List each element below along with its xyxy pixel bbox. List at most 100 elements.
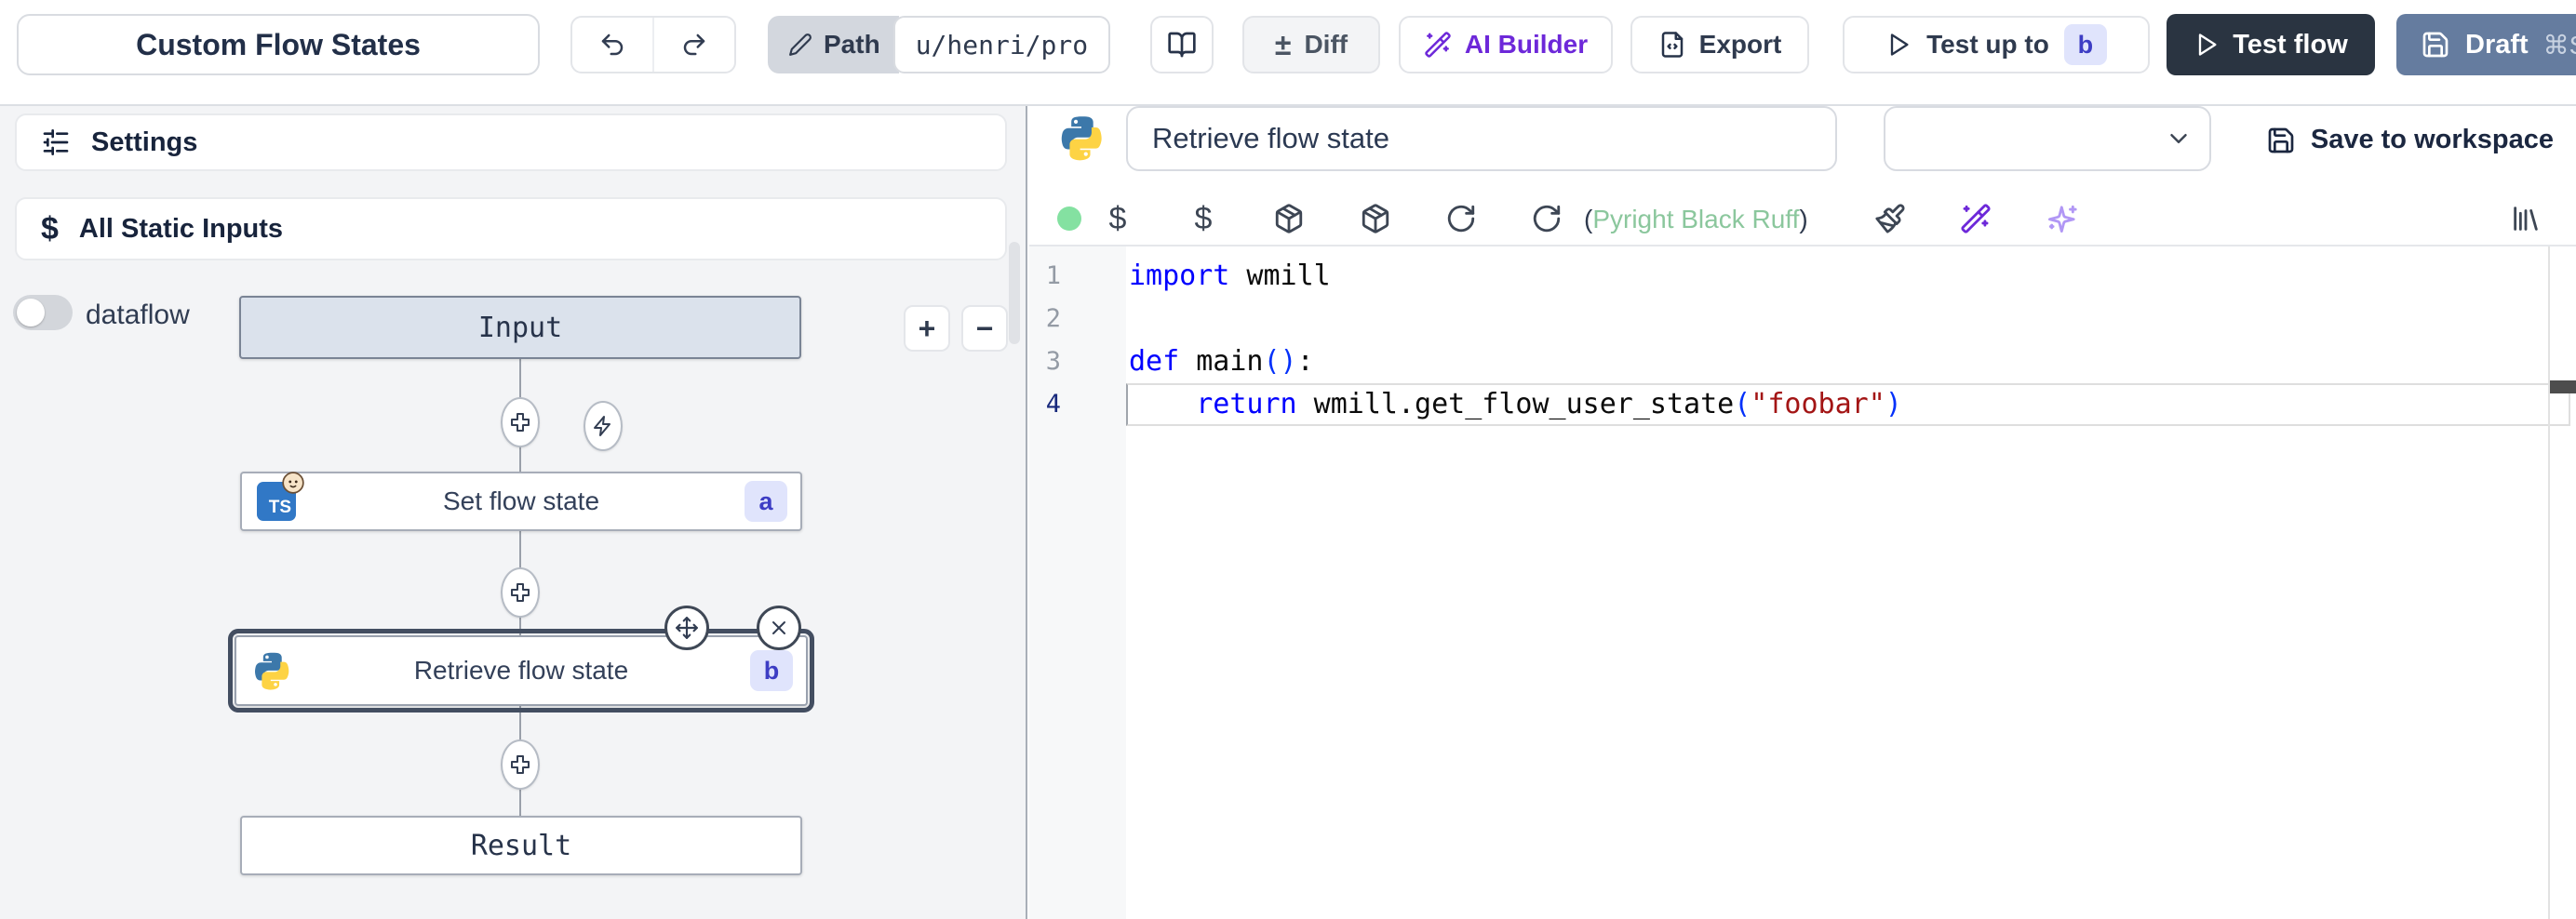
code-line: def main(): [1129, 340, 1314, 383]
toggle-knob-icon [17, 299, 45, 326]
step-name-input[interactable]: Retrieve flow state [1126, 106, 1837, 171]
redo-button[interactable] [652, 18, 734, 72]
diff-button[interactable]: ± Diff [1242, 16, 1380, 73]
diff-label: Diff [1304, 30, 1348, 60]
minimap-slider[interactable] [2550, 380, 2576, 393]
sliders-icon [41, 127, 71, 157]
plus-icon [509, 411, 531, 433]
refresh-icon[interactable] [1445, 203, 1477, 234]
node-badge: b [750, 650, 793, 691]
draft-shortcut: ⌘S [2543, 30, 2576, 60]
insert-step-button[interactable] [501, 397, 540, 447]
zoom-in-button[interactable]: + [904, 305, 950, 352]
line-number: 2 [1029, 298, 1061, 340]
sparkles-icon[interactable] [2046, 203, 2078, 234]
static-inputs-label: All Static Inputs [79, 214, 283, 245]
code-line: return wmill.get_flow_user_state("foobar… [1129, 383, 1902, 426]
topbar: Custom Flow States Path u/henri/pro ± Di… [0, 0, 2576, 106]
save-icon [2266, 126, 2296, 155]
docs-button[interactable] [1150, 16, 1214, 73]
undo-redo-group [570, 16, 736, 73]
export-button[interactable]: Export [1630, 16, 1809, 73]
node-label: Retrieve flow state [414, 656, 628, 686]
delete-node-button[interactable] [757, 606, 801, 650]
ai-builder-button[interactable]: AI Builder [1399, 16, 1613, 73]
save-to-workspace-button[interactable]: Save to workspace [2266, 125, 2554, 155]
dollar-icon[interactable]: $ [1187, 203, 1219, 234]
face-emoji-icon [281, 471, 305, 495]
all-static-inputs-card[interactable]: $ All Static Inputs [15, 197, 1007, 260]
line-number: 1 [1029, 255, 1061, 298]
path-label: Path [824, 30, 880, 60]
result-node[interactable]: Result [240, 816, 802, 875]
play-icon [1885, 32, 1912, 58]
plus-icon [509, 753, 531, 776]
zoom-out-button[interactable]: − [961, 305, 1008, 352]
node-label: Set flow state [443, 486, 599, 516]
redo-icon [680, 31, 708, 59]
play-icon [2194, 32, 2220, 58]
python-icon [251, 650, 292, 691]
flow-title: Custom Flow States [136, 28, 421, 62]
dollar-icon: $ [41, 211, 59, 247]
code-editor[interactable]: 1 import wmill 2 3 def main(): 4 return wm… [1029, 246, 2576, 919]
input-node[interactable]: Input [239, 296, 801, 359]
code-line: import wmill [1129, 255, 1331, 298]
path-value-field[interactable]: u/henri/pro [893, 16, 1110, 73]
wand-sparkles-icon [1424, 31, 1452, 59]
undo-icon [598, 31, 626, 59]
paintbrush-icon[interactable] [1874, 203, 1906, 234]
refresh-icon[interactable] [1531, 203, 1563, 234]
python-icon [1057, 113, 1106, 162]
package-icon[interactable] [1360, 203, 1391, 234]
test-up-to-label: Test up to [1926, 30, 2049, 60]
typescript-icon: TS [257, 482, 296, 521]
test-up-to-button[interactable]: Test up to b [1843, 16, 2150, 73]
file-code-icon [1658, 31, 1686, 59]
dataflow-label: dataflow [86, 300, 190, 331]
library-icon[interactable] [2510, 203, 2542, 234]
save-icon [2421, 30, 2450, 60]
test-flow-label: Test flow [2233, 30, 2348, 60]
zap-icon [592, 415, 614, 437]
move-icon [675, 616, 699, 640]
node-badge: a [745, 481, 787, 522]
plus-icon [509, 581, 531, 604]
test-flow-button[interactable]: Test flow [2167, 14, 2375, 75]
settings-card[interactable]: Settings [15, 113, 1007, 171]
scrollbar-thumb[interactable] [1009, 242, 1020, 344]
close-icon [768, 617, 790, 639]
export-label: Export [1699, 30, 1782, 60]
move-node-button[interactable] [664, 606, 709, 650]
minimap-border [2548, 246, 2550, 919]
lsp-status-icon [1057, 206, 1081, 231]
chevron-down-icon [2165, 125, 2193, 153]
flow-title-input[interactable]: Custom Flow States [17, 14, 540, 75]
path-button[interactable]: Path [768, 16, 899, 73]
dataflow-toggle[interactable] [13, 295, 73, 330]
path-group: Path u/henri/pro [768, 16, 1110, 73]
set-flow-state-node[interactable]: TS Set flow state a [240, 472, 802, 531]
insert-step-button[interactable] [501, 567, 540, 618]
draft-button[interactable]: Draft ⌘S [2396, 14, 2576, 75]
code-assistants-label: (Pyright Black Ruff) [1584, 205, 1808, 234]
step-editor-panel: Retrieve flow state Save to workspace $ … [1029, 104, 2576, 919]
save-to-workspace-label: Save to workspace [2311, 125, 2554, 155]
dollar-icon[interactable]: $ [1102, 203, 1134, 234]
step-kind-select[interactable] [1884, 106, 2211, 171]
ai-wand-icon[interactable] [1960, 203, 1992, 234]
plus-minus-icon: ± [1275, 28, 1292, 62]
retrieve-flow-state-node[interactable]: Retrieve flow state b [235, 635, 808, 706]
insert-step-button[interactable] [501, 739, 540, 790]
book-open-icon [1167, 30, 1197, 60]
trigger-button[interactable] [584, 401, 623, 451]
flow-editor-panel: Settings $ All Static Inputs dataflow + … [0, 104, 1027, 919]
undo-button[interactable] [572, 18, 652, 72]
line-number: 3 [1029, 340, 1061, 383]
line-number-active: 4 [1029, 383, 1061, 426]
package-icon[interactable] [1273, 203, 1305, 234]
step-badge: b [2064, 24, 2107, 65]
ai-builder-label: AI Builder [1465, 30, 1588, 60]
settings-label: Settings [91, 127, 197, 158]
pencil-icon [788, 33, 812, 57]
